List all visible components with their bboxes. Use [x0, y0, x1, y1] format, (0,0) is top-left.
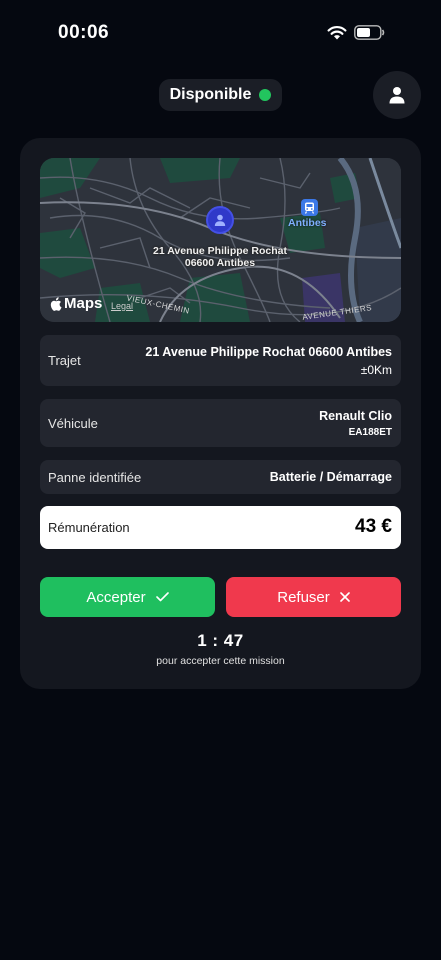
route-row: Trajet 21 Avenue Philippe Rochat 06600 A… — [40, 335, 401, 386]
train-station-icon[interactable] — [301, 199, 318, 216]
countdown-caption: pour accepter cette mission — [156, 655, 285, 667]
countdown-timer: 1 : 47 — [197, 631, 244, 650]
route-address: 21 Avenue Philippe Rochat 06600 Antibes — [145, 345, 392, 359]
accept-label: Accepter — [86, 588, 146, 606]
payment-label: Rémunération — [48, 520, 130, 535]
availability-label: Disponible — [169, 86, 252, 103]
breakdown-row: Panne identifiée Batterie / Démarrage — [40, 460, 401, 494]
availability-toggle[interactable]: Disponible — [159, 79, 282, 111]
vehicle-row: Véhicule Renault Clio EA188ET — [40, 399, 401, 447]
breakdown-value: Batterie / Démarrage — [269, 470, 392, 484]
breakdown-label: Panne identifiée — [48, 470, 142, 485]
profile-button[interactable] — [373, 71, 421, 119]
maps-logo: Maps — [50, 295, 102, 312]
mission-card: VIEUX-CHEMIN AVENUE THIERS 21 Avenue Phi… — [20, 138, 421, 689]
check-icon — [155, 592, 169, 602]
refuse-label: Refuser — [277, 588, 330, 606]
battery-icon — [354, 25, 385, 40]
accept-button[interactable]: Accepter — [40, 577, 215, 617]
vehicle-plate: EA188ET — [348, 427, 392, 438]
location-pin-icon[interactable] — [206, 206, 234, 234]
transit-label: Antibes — [288, 217, 327, 229]
maps-label: Maps — [64, 295, 103, 312]
map-view[interactable]: VIEUX-CHEMIN AVENUE THIERS 21 Avenue Phi… — [40, 158, 401, 322]
vehicle-model: Renault Clio — [319, 409, 392, 423]
vehicle-label: Véhicule — [48, 416, 98, 431]
apple-icon — [50, 296, 62, 311]
close-icon — [339, 592, 350, 602]
route-distance: ±0Km — [360, 363, 392, 377]
train-icon — [304, 202, 315, 214]
person-icon — [214, 214, 226, 226]
status-time: 00:06 — [58, 22, 110, 43]
availability-status-dot — [259, 89, 272, 101]
status-bar: 00:06 — [0, 0, 441, 60]
route-label: Trajet — [48, 353, 81, 368]
payment-row: Rémunération 43 € — [40, 506, 401, 549]
payment-amount: 43 € — [355, 516, 392, 537]
refuse-button[interactable]: Refuser — [226, 577, 401, 617]
legal-link[interactable]: Legal — [111, 301, 133, 311]
person-icon — [389, 87, 405, 104]
map-address-label: 21 Avenue Philippe Rochat 06600 Antibes — [152, 245, 287, 269]
wifi-icon — [327, 26, 347, 40]
